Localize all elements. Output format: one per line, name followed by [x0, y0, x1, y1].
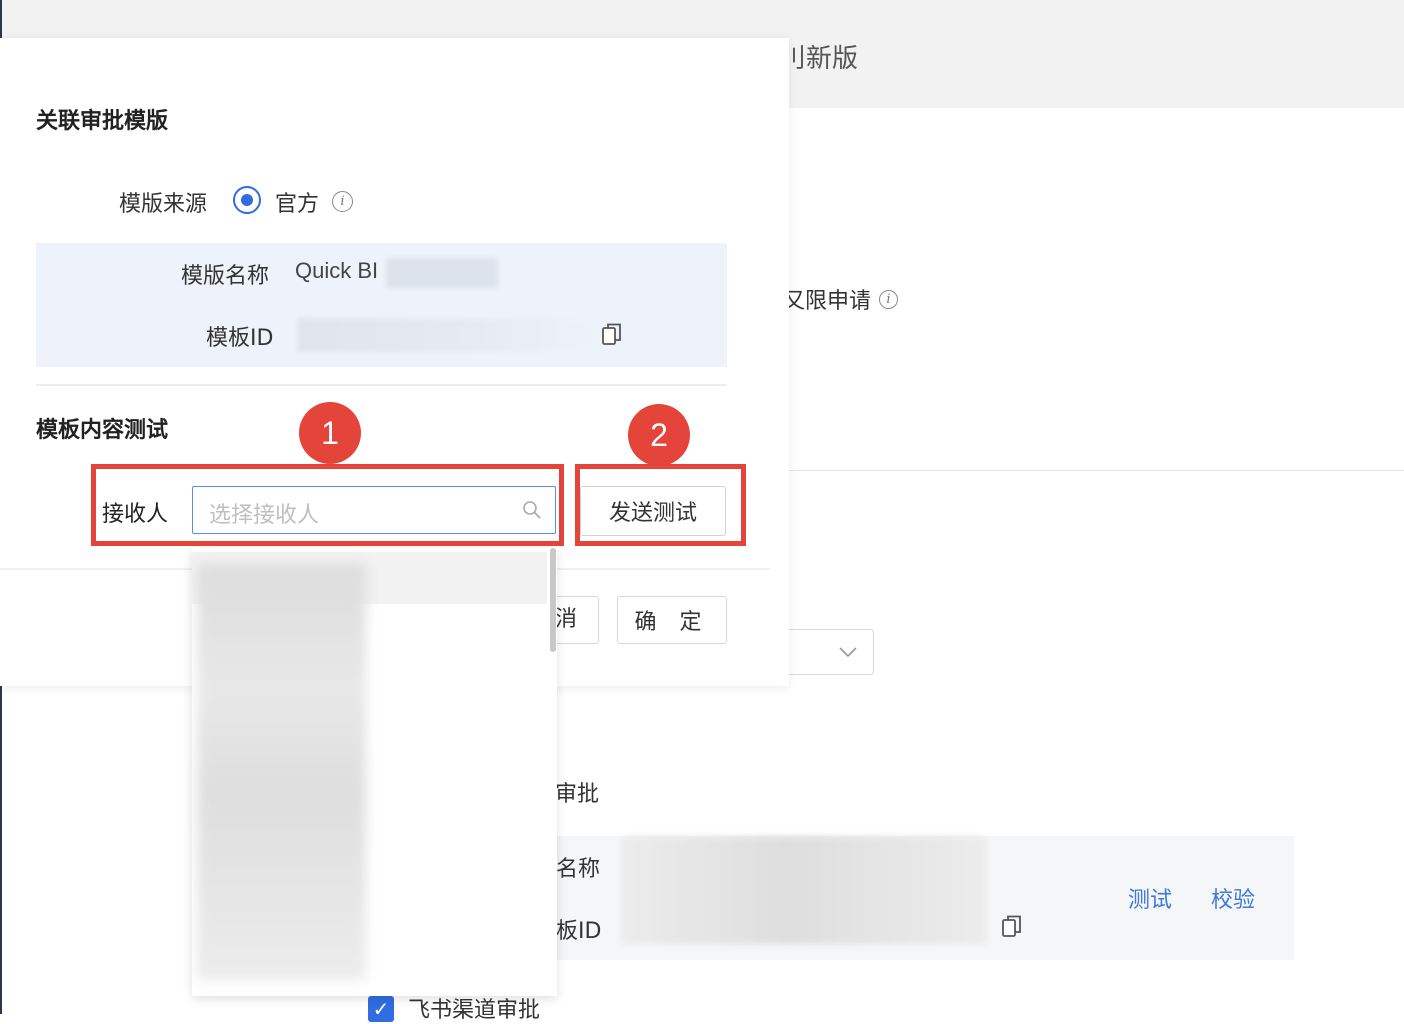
info-icon[interactable]: i [879, 289, 899, 309]
section-divider [789, 470, 1404, 471]
ok-button[interactable]: 确 定 [617, 596, 727, 644]
template-test-section-title: 模板内容测试 [36, 418, 169, 443]
modal-section-divider [36, 384, 727, 386]
redacted-template-info [621, 836, 987, 944]
annotation-box-send-test [575, 464, 746, 546]
approval-label: 审批 [555, 782, 600, 807]
annotation-badge-1: 1 [299, 402, 361, 464]
template-id-label: 板ID [556, 919, 602, 944]
chevron-down-icon[interactable] [838, 640, 858, 664]
radio-selected-dot [241, 194, 253, 206]
template-name-label: 名称 [556, 857, 601, 882]
official-radio-label[interactable]: 官方 [275, 186, 319, 218]
feishu-approval-checkbox[interactable]: ✓ [368, 996, 394, 1022]
template-name-value: Quick BI [295, 258, 379, 283]
copy-icon[interactable] [601, 322, 623, 350]
test-link[interactable]: 测试 [1128, 882, 1172, 914]
annotation-badge-2: 2 [628, 404, 690, 466]
page-title: 刂新版 [780, 44, 859, 74]
verify-link[interactable]: 校验 [1211, 882, 1255, 914]
annotation-box-receiver [91, 464, 564, 546]
template-source-label: 模版来源 [119, 192, 208, 217]
link-template-section-title: 关联审批模版 [36, 109, 169, 134]
feishu-approval-label: 飞书渠道审批 [408, 998, 541, 1023]
permission-apply-text: 又限申请 [783, 289, 872, 314]
info-icon[interactable]: i [332, 190, 353, 212]
template-id-label: 模板ID [206, 326, 274, 351]
dropdown-scrollbar[interactable] [550, 548, 556, 652]
copy-icon[interactable] [1001, 914, 1023, 942]
redacted-template-id [297, 318, 600, 352]
permission-apply-label: 又限申请 i [783, 283, 899, 315]
template-name-label: 模版名称 [181, 264, 270, 289]
redacted-receiver-list[interactable] [197, 564, 366, 980]
redacted-template-name [386, 258, 498, 288]
